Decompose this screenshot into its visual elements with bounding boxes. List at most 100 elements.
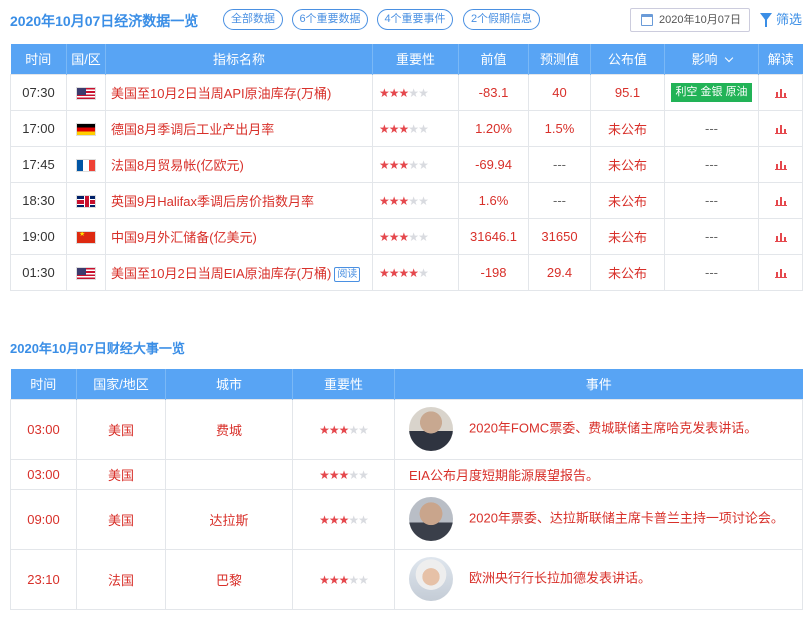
filter-button[interactable]: 筛选 (760, 10, 802, 30)
star-icon: ★ (358, 467, 369, 482)
star-icon: ★ (388, 157, 400, 172)
event-time-cell: 09:00 (10, 488, 77, 550)
star-icon: ★ (418, 265, 429, 280)
list-item[interactable]: 03:00 美国 费城 ★★★★★ 2020年FOMC票委、费城联储主席哈克发表讲话。 (10, 398, 803, 460)
star-icon: ★ (328, 512, 340, 527)
chevron-down-icon (724, 54, 733, 63)
star-icon: ★ (379, 157, 390, 172)
indicator-cell[interactable]: 德国8月季调后工业产出月率 (105, 109, 373, 147)
table-row[interactable]: 19:00中国9月外汇储备(亿美元)★★★★★31646.131650未公布--… (10, 217, 803, 255)
star-icon: ★ (328, 422, 340, 437)
interpretation-cell[interactable] (758, 73, 803, 111)
col-forecast[interactable]: 预测值 (528, 44, 591, 74)
indicator-name[interactable]: 英国9月Halifax季调后房价指数月率 (111, 194, 314, 209)
list-item[interactable]: 09:00 美国 达拉斯 ★★★★★ 2020年票委、达拉斯联储主席卡普兰主持一项讨论会… (10, 488, 803, 550)
tab-important-data[interactable]: 6个重要数据 (292, 9, 368, 30)
tab-important-events[interactable]: 4个重要事件 (377, 9, 453, 30)
bar-chart-icon[interactable] (774, 268, 787, 279)
col-region[interactable]: 国/区 (66, 44, 106, 74)
event-country-cell: 美国 (76, 488, 166, 550)
previous-cell: 1.20% (458, 109, 529, 147)
indicator-cell[interactable]: 英国9月Halifax季调后房价指数月率 (105, 181, 373, 219)
star-icon: ★ (379, 85, 390, 100)
importance-stars: ★★★★★ (379, 193, 429, 208)
tab-all-data[interactable]: 全部数据 (223, 9, 283, 30)
impact-value: --- (705, 264, 718, 280)
col-impact[interactable]: 影响 (664, 44, 759, 74)
flag-cell (66, 109, 106, 147)
indicator-name[interactable]: 法国8月贸易帐(亿欧元) (111, 158, 244, 173)
star-icon: ★ (319, 422, 330, 437)
star-icon: ★ (398, 265, 410, 280)
star-icon: ★ (388, 265, 400, 280)
event-cell: 2020年FOMC票委、费城联储主席哈克发表讲话。 (394, 398, 803, 460)
indicator-cell[interactable]: 中国9月外汇储备(亿美元) (105, 217, 373, 255)
star-icon: ★ (408, 265, 419, 280)
importance-cell: ★★★★★ (372, 109, 459, 147)
bar-chart-icon[interactable] (774, 88, 787, 99)
flag-cell (66, 73, 106, 111)
impact-value: --- (705, 192, 718, 208)
indicator-name[interactable]: 美国至10月2日当周EIA原油库存(万桶) (111, 266, 331, 281)
impact-cell: 利空 金银 原油 (664, 73, 759, 111)
bar-chart-icon[interactable] (774, 196, 787, 207)
time-cell: 17:00 (10, 109, 67, 147)
indicator-name[interactable]: 德国8月季调后工业产出月率 (111, 122, 274, 137)
interpretation-cell[interactable] (758, 181, 803, 219)
col-previous[interactable]: 前值 (458, 44, 529, 74)
star-icon: ★ (319, 572, 330, 587)
col-indicator[interactable]: 指标名称 (105, 44, 373, 74)
time-cell: 18:30 (10, 181, 67, 219)
list-item[interactable]: 03:00 美国 ★★★★★ EIA公布月度短期能源展望报告。 (10, 458, 803, 490)
list-item[interactable]: 23:10 法国 巴黎 ★★★★★ 欧洲央行行长拉加德发表讲话。 (10, 548, 803, 610)
star-icon: ★ (338, 572, 350, 587)
event-time-cell: 03:00 (10, 458, 77, 490)
indicator-cell[interactable]: 美国至10月2日当周API原油库存(万桶) (105, 73, 373, 111)
time-cell: 07:30 (10, 73, 67, 111)
interpretation-cell[interactable] (758, 109, 803, 147)
previous-cell: -69.94 (458, 145, 529, 183)
importance-stars: ★★★★★ (319, 572, 369, 587)
impact-value: --- (705, 156, 718, 172)
star-icon: ★ (408, 193, 419, 208)
importance-stars: ★★★★★ (379, 265, 429, 280)
economic-data-table: 时间 国/区 指标名称 重要性 前值 预测值 公布值 影响 解读 07:30 美国… (10, 44, 803, 291)
table-row[interactable]: 01:30 美国至10月2日当周EIA原油库存(万桶) 阅读 ★★★★★ -198 29.… (10, 253, 803, 291)
previous-cell: 31646.1 (458, 217, 529, 255)
indicator-cell[interactable]: 美国至10月2日当周EIA原油库存(万桶) 阅读 (105, 253, 373, 291)
bar-chart-icon[interactable] (774, 124, 787, 135)
interpretation-cell[interactable] (758, 217, 803, 255)
star-icon: ★ (388, 85, 400, 100)
col-impact-label: 影响 (691, 52, 718, 68)
col-importance[interactable]: 重要性 (372, 44, 459, 74)
indicator-name[interactable]: 美国至10月2日当周API原油库存(万桶) (111, 86, 331, 101)
bar-chart-icon[interactable] (774, 232, 787, 243)
econ-header-row: 时间 国/区 指标名称 重要性 前值 预测值 公布值 影响 解读 (10, 44, 803, 74)
table-row[interactable]: 17:00 德国8月季调后工业产出月率 ★★★★★ 1.20% 1.5% 未公布 --- (10, 109, 803, 147)
bar-chart-icon[interactable] (774, 160, 787, 171)
filter-label: 筛选 (776, 12, 803, 27)
table-row[interactable]: 07:30 美国至10月2日当周API原油库存(万桶) ★★★★★ -83.1 40 95… (10, 73, 803, 111)
date-picker[interactable]: 2020年10月07日 (630, 8, 750, 32)
impact-cell: --- (664, 181, 759, 219)
indicator-name[interactable]: 中国9月外汇储备(亿美元) (111, 230, 257, 245)
star-icon: ★ (379, 265, 390, 280)
event-city-cell (165, 458, 293, 490)
star-icon: ★ (328, 467, 340, 482)
read-tag[interactable]: 阅读 (334, 266, 361, 282)
table-row[interactable]: 18:30 英国9月Halifax季调后房价指数月率 ★★★★★ 1.6% --- 未公布… (10, 181, 803, 219)
star-icon: ★ (418, 229, 429, 244)
star-icon: ★ (338, 512, 350, 527)
col-interpretation[interactable]: 解读 (758, 44, 803, 74)
indicator-cell[interactable]: 法国8月贸易帐(亿欧元) (105, 145, 373, 183)
ev-col-event: 事件 (394, 369, 803, 399)
interpretation-cell[interactable] (758, 145, 803, 183)
col-actual[interactable]: 公布值 (590, 44, 665, 74)
flag-cell (66, 181, 106, 219)
actual-cell: 未公布 (590, 109, 665, 147)
col-time[interactable]: 时间 (10, 44, 67, 74)
interpretation-cell[interactable] (758, 253, 803, 291)
tab-holiday-info[interactable]: 2个假期信息 (463, 9, 540, 30)
table-row[interactable]: 17:45 法国8月贸易帐(亿欧元) ★★★★★ -69.94 --- 未公布 --- (10, 145, 803, 183)
forecast-cell: 1.5% (528, 109, 591, 147)
